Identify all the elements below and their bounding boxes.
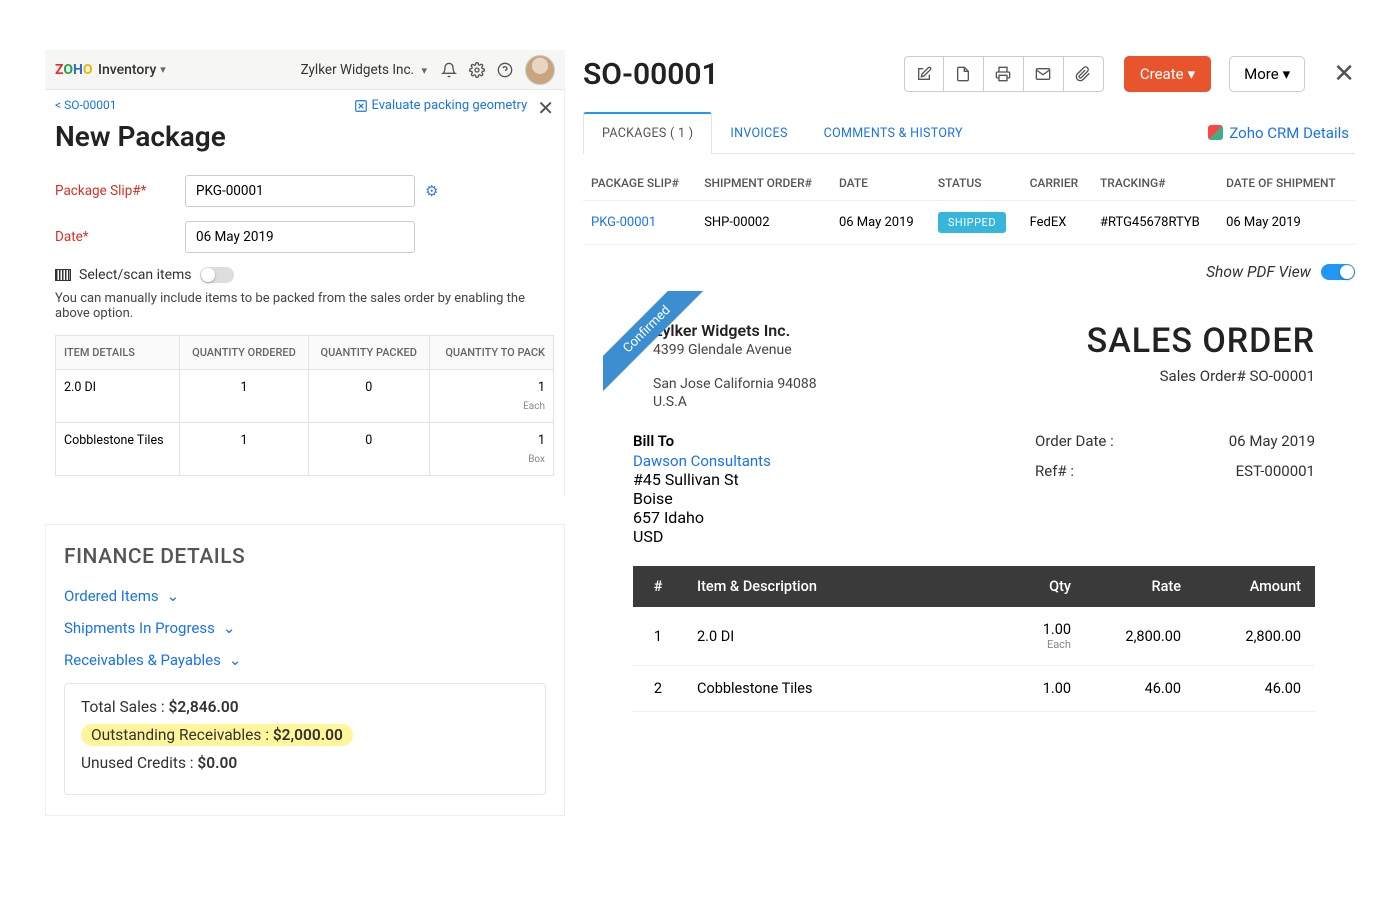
col-item-details: ITEM DETAILS xyxy=(56,336,180,370)
brand-logo[interactable]: ZOHO Inventory xyxy=(55,62,156,78)
close-icon[interactable]: ✕ xyxy=(1333,59,1355,89)
so-title: SO-00001 xyxy=(583,57,719,92)
gear-icon[interactable] xyxy=(463,56,491,84)
package-slip-link[interactable]: PKG-00001 xyxy=(583,201,696,245)
table-row[interactable]: 2.0 DI 1 0 1Each xyxy=(56,370,554,423)
outstanding-receivables-highlight: Outstanding Receivables : $2,000.00 xyxy=(81,724,353,746)
col-qty-to-pack: QUANTITY TO PACK xyxy=(429,336,553,370)
caret-down-icon: ▾ xyxy=(1188,65,1196,83)
chevron-down-icon[interactable]: ▾ xyxy=(160,63,166,76)
table-row: 1 2.0 DI 1.00Each 2,800.00 2,800.00 xyxy=(633,607,1315,666)
pdf-icon[interactable] xyxy=(944,56,984,92)
page-title: New Package xyxy=(55,120,554,153)
customer-link[interactable]: Dawson Consultants xyxy=(633,452,933,470)
chevron-down-icon: ⌄ xyxy=(223,619,236,637)
status-badge: SHIPPED xyxy=(938,212,1006,233)
shipments-progress-link[interactable]: Shipments In Progress⌄ xyxy=(64,619,546,637)
table-row[interactable]: PKG-00001 SHP-00002 06 May 2019 SHIPPED … xyxy=(583,201,1355,245)
unused-credits-line: Unused Credits : $0.00 xyxy=(81,754,529,772)
mail-icon[interactable] xyxy=(1024,56,1064,92)
sales-order-heading: SALES ORDER xyxy=(1087,321,1315,361)
col-qty-packed: QUANTITY PACKED xyxy=(308,336,429,370)
package-table: PACKAGE SLIP# SHIPMENT ORDER# DATE STATU… xyxy=(583,166,1355,245)
total-sales-line: Total Sales : $2,846.00 xyxy=(81,698,529,716)
action-bar xyxy=(904,56,1104,92)
finance-title: FINANCE DETAILS xyxy=(64,545,546,569)
items-table: ITEM DETAILS QUANTITY ORDERED QUANTITY P… xyxy=(55,335,554,476)
edit-icon[interactable] xyxy=(904,56,944,92)
date-label: Date* xyxy=(55,229,185,245)
topbar: ZOHO Inventory ▾ Zylker Widgets Inc. ▾ xyxy=(45,50,565,90)
barcode-icon xyxy=(55,269,71,281)
new-package-panel: < SO-00001 Evaluate packing geometry ✕ N… xyxy=(45,90,565,496)
scan-items-label: Select/scan items xyxy=(79,267,192,283)
caret-down-icon: ▾ xyxy=(1283,65,1291,83)
tab-packages[interactable]: PACKAGES ( 1 ) xyxy=(583,112,712,154)
org-switcher[interactable]: Zylker Widgets Inc. ▾ xyxy=(301,62,427,78)
ordered-items-link[interactable]: Ordered Items⌄ xyxy=(64,587,546,605)
package-slip-input[interactable] xyxy=(185,175,415,207)
evaluate-geometry-link[interactable]: Evaluate packing geometry xyxy=(354,98,528,113)
table-row: 2 Cobblestone Tiles 1.00 46.00 46.00 xyxy=(633,666,1315,712)
crm-icon xyxy=(1208,125,1223,140)
package-slip-label: Package Slip#* xyxy=(55,183,185,199)
confirmed-ribbon: Confirmed xyxy=(603,291,713,401)
zoho-crm-link[interactable]: Zoho CRM Details xyxy=(1208,124,1355,142)
breadcrumb[interactable]: < SO-00001 xyxy=(55,98,117,112)
bill-to-heading: Bill To xyxy=(633,432,933,450)
help-icon[interactable] xyxy=(491,56,519,84)
create-button[interactable]: Create ▾ xyxy=(1124,56,1211,92)
print-icon[interactable] xyxy=(984,56,1024,92)
date-input[interactable] xyxy=(185,221,415,253)
col-qty-ordered: QUANTITY ORDERED xyxy=(180,336,309,370)
line-items-table: # Item & Description Qty Rate Amount 1 2… xyxy=(633,566,1315,712)
ref-row: Ref# :EST-000001 xyxy=(1035,462,1315,480)
sales-order-number: Sales Order# SO-00001 xyxy=(1087,367,1315,385)
show-pdf-label: Show PDF View xyxy=(1206,263,1311,281)
show-pdf-toggle[interactable] xyxy=(1321,264,1355,280)
finance-details: FINANCE DETAILS Ordered Items⌄ Shipments… xyxy=(45,524,565,816)
table-row[interactable]: Cobblestone Tiles 1 0 1Box xyxy=(56,423,554,476)
receivables-payables-link[interactable]: Receivables & Payables⌄ xyxy=(64,651,546,669)
sales-order-panel: SO-00001 Create ▾ More ▾ ✕ PACKAGES ( 1 … xyxy=(575,50,1355,870)
avatar[interactable] xyxy=(525,55,555,85)
tab-invoices[interactable]: INVOICES xyxy=(712,112,805,153)
scan-items-toggle[interactable] xyxy=(200,267,234,283)
order-date-row: Order Date :06 May 2019 xyxy=(1035,432,1315,450)
attach-icon[interactable] xyxy=(1064,56,1104,92)
chevron-down-icon: ⌄ xyxy=(229,651,242,669)
bell-icon[interactable] xyxy=(435,56,463,84)
close-icon[interactable]: ✕ xyxy=(537,98,554,118)
more-button[interactable]: More ▾ xyxy=(1229,56,1305,92)
chevron-down-icon: ⌄ xyxy=(167,587,180,605)
tab-comments[interactable]: COMMENTS & HISTORY xyxy=(806,112,981,153)
scan-hint: You can manually include items to be pac… xyxy=(55,291,554,321)
sales-order-document: Confirmed Zylker Widgets Inc. 4399 Glend… xyxy=(583,291,1355,732)
tabs: PACKAGES ( 1 ) INVOICES COMMENTS & HISTO… xyxy=(583,112,1355,154)
gear-icon[interactable]: ⚙ xyxy=(425,182,438,200)
left-panel: ZOHO Inventory ▾ Zylker Widgets Inc. ▾ <… xyxy=(45,50,565,870)
